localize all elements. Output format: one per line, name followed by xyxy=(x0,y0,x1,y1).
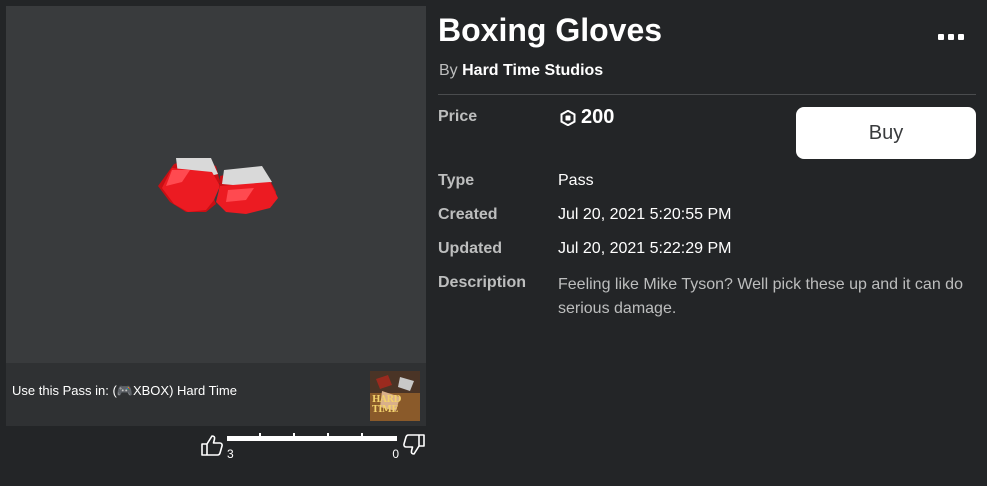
item-thumbnail-panel: Use this Pass in: (🎮XBOX) Hard Time HARD… xyxy=(6,6,426,426)
buy-button[interactable]: Buy xyxy=(796,107,976,159)
price-label: Price xyxy=(438,108,478,125)
vote-section: 3 0 xyxy=(200,433,426,464)
description-text: Feeling like Mike Tyson? Well pick these… xyxy=(558,276,963,317)
vote-bar-tick xyxy=(293,433,295,436)
boxing-gloves-image xyxy=(158,158,278,214)
vote-ratio-bar xyxy=(227,433,397,441)
thumbs-up-icon[interactable] xyxy=(200,434,224,456)
upvote-count: 3 xyxy=(227,447,234,461)
use-in-text: Use this Pass in: (🎮XBOX) Hard Time xyxy=(12,383,237,399)
game-link[interactable]: (🎮XBOX) Hard Time xyxy=(112,383,237,398)
downvote-count: 0 xyxy=(392,447,399,461)
creator-link[interactable]: Hard Time Studios xyxy=(462,62,603,79)
game-thumbnail[interactable]: HARD TIME xyxy=(370,371,420,421)
item-title: Boxing Gloves xyxy=(438,12,663,48)
use-in-game-bar: Use this Pass in: (🎮XBOX) Hard Time HARD… xyxy=(6,363,426,426)
created-label: Created xyxy=(438,206,498,223)
use-in-prefix: Use this Pass in: xyxy=(12,383,109,398)
game-thumbnail-label: HARD TIME xyxy=(372,395,401,415)
byline-prefix: By xyxy=(439,62,458,79)
type-label: Type xyxy=(438,172,475,189)
divider xyxy=(438,94,976,95)
byline: By Hard Time Studios xyxy=(439,62,603,80)
more-options-icon[interactable] xyxy=(938,28,964,40)
description-label: Description xyxy=(438,274,527,291)
updated-label: Updated xyxy=(438,240,502,257)
created-value: Jul 20, 2021 5:20:55 PM xyxy=(558,206,732,223)
type-value: Pass xyxy=(558,172,594,189)
price-value: 200 xyxy=(581,106,615,128)
vote-bar-tick xyxy=(327,433,329,436)
thumbs-down-icon[interactable] xyxy=(402,434,426,456)
vote-bar-tick xyxy=(259,433,261,436)
item-thumbnail xyxy=(6,6,426,363)
robux-icon xyxy=(560,109,576,126)
vote-bar-tick xyxy=(361,433,363,436)
price-display: 200 xyxy=(560,106,614,129)
updated-value: Jul 20, 2021 5:22:29 PM xyxy=(558,240,732,257)
